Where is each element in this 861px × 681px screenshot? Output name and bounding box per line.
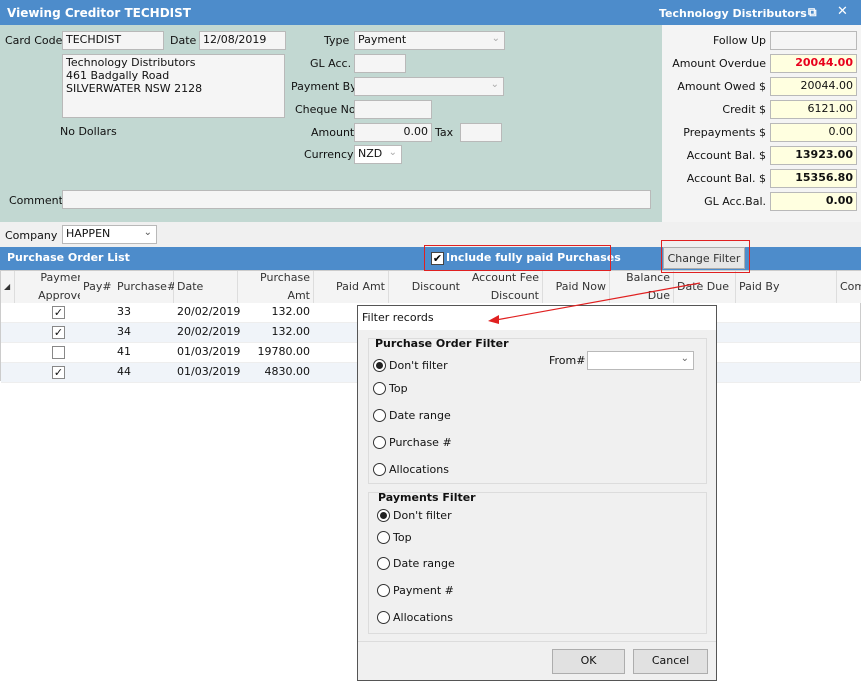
annotation-arrow — [488, 282, 701, 324]
